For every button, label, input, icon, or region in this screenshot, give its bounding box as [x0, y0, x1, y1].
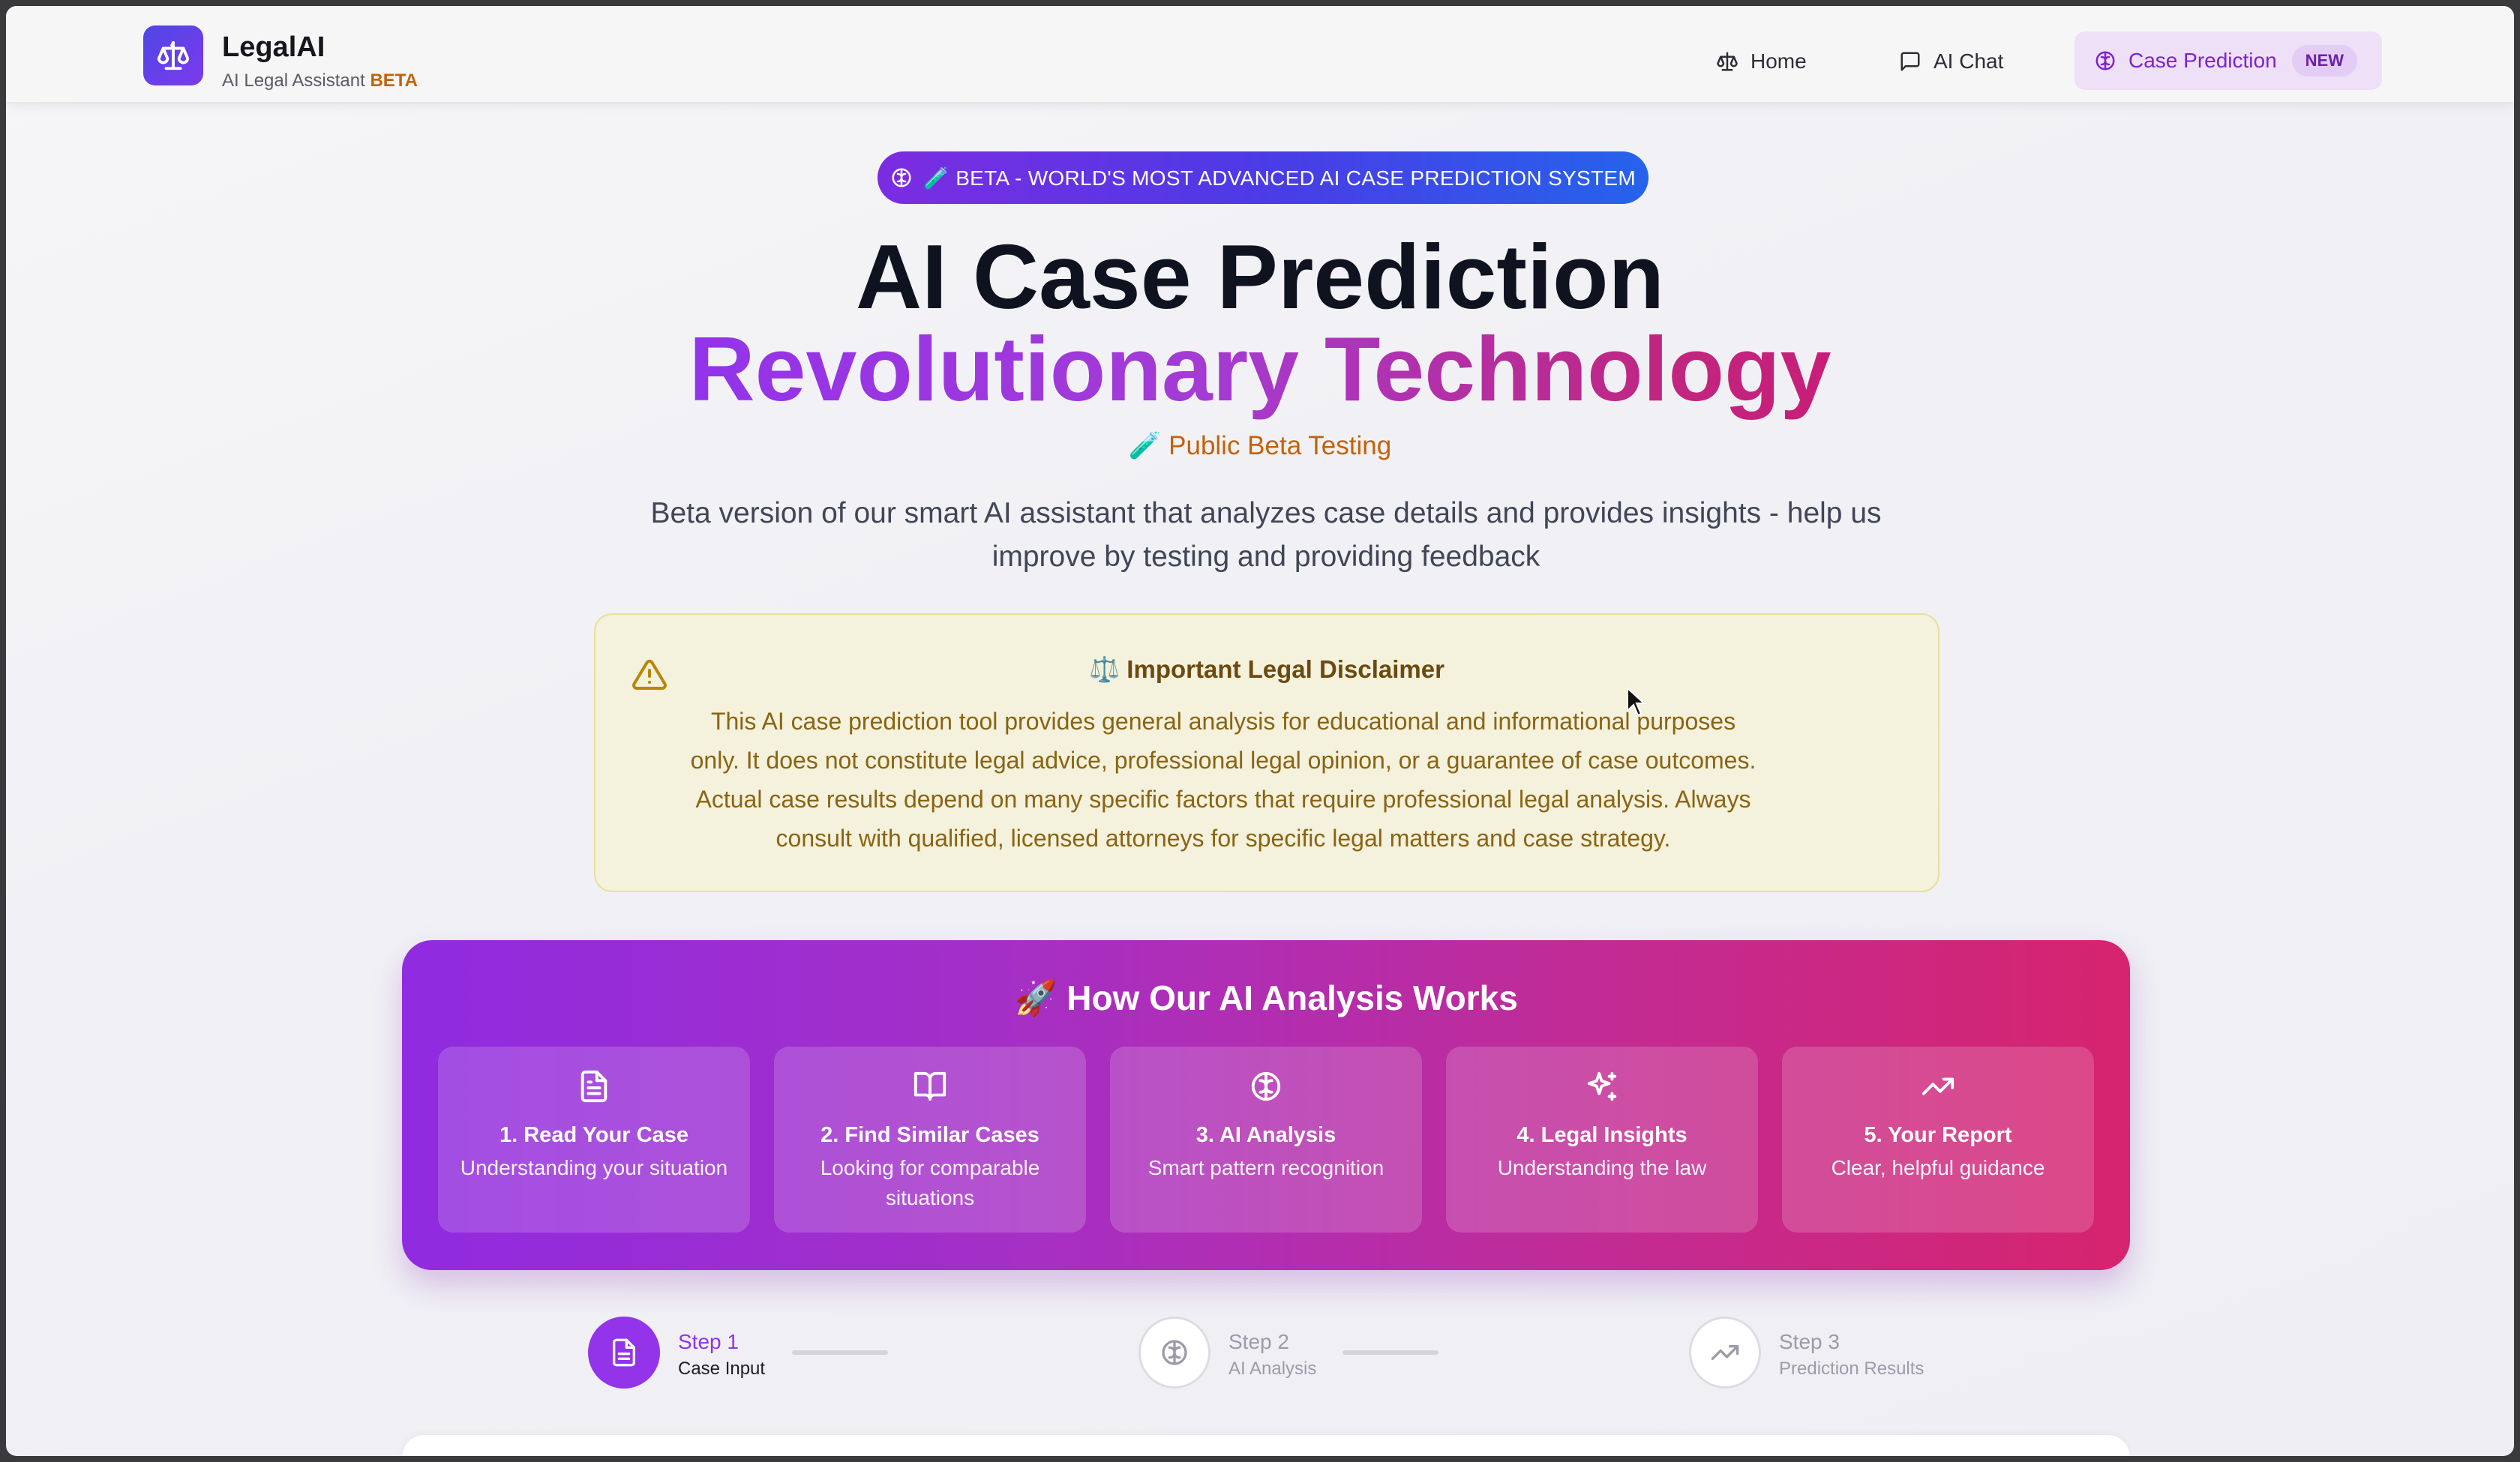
scale-icon [157, 40, 190, 70]
how-it-works-title: 🚀 How Our AI Analysis Works [1014, 978, 1518, 1017]
brand-name[interactable]: LegalAI [222, 31, 325, 64]
nav-case-prediction[interactable]: Case Prediction NEW [2074, 31, 2382, 90]
step-card-title: 5. Your Report [1864, 1123, 2012, 1147]
hero-description: Beta version of our smart AI assistant t… [650, 497, 1882, 573]
step-card-title: 1. Read Your Case [500, 1123, 688, 1147]
nav-home[interactable]: Home [1716, 33, 1807, 90]
logo[interactable] [143, 25, 203, 85]
nav-home-label: Home [1750, 49, 1807, 73]
browser-window: LegalAI AI Legal Assistant BETA Home AI … [6, 6, 2514, 1456]
hero-title: AI Case Prediction [856, 226, 1664, 328]
step-card-read-case: 1. Read Your Case Understanding your sit… [438, 1047, 750, 1233]
progress-connector [1342, 1350, 1438, 1355]
sparkles-icon [1587, 1071, 1617, 1101]
step-card-ai-analysis: 3. AI Analysis Smart pattern recognition [1110, 1047, 1422, 1233]
progress-step-circle [1689, 1317, 1761, 1389]
step-card-title: 3. AI Analysis [1196, 1123, 1336, 1147]
top-navbar: LegalAI AI Legal Assistant BETA Home AI … [6, 6, 2514, 103]
document-icon [580, 1070, 608, 1103]
progress-step-label: Step 2 [1228, 1330, 1289, 1353]
nav-prediction-label: Case Prediction [2128, 49, 2277, 72]
brand-subtitle: AI Legal Assistant BETA [222, 70, 418, 91]
new-badge: NEW [2291, 45, 2357, 76]
progress-step-label: Step 3 [1779, 1330, 1840, 1353]
step-card-title: 4. Legal Insights [1516, 1123, 1688, 1147]
scale-icon [1717, 52, 1738, 71]
progress-step-sub: Prediction Results [1779, 1359, 1924, 1379]
chat-icon [1900, 52, 1920, 71]
progress-step-circle [1138, 1317, 1210, 1389]
progress-step-label: Step 1 [678, 1330, 739, 1353]
nav-chat-label: AI Chat [1934, 49, 2004, 73]
brain-icon [2096, 51, 2115, 70]
progress-step-sub: AI Analysis [1228, 1359, 1317, 1379]
step-card-desc: Smart pattern recognition [1148, 1156, 1384, 1179]
progress-step-circle [588, 1317, 660, 1389]
step-card-title: 2. Find Similar Cases [820, 1123, 1040, 1147]
trending-up-icon [1922, 1077, 1954, 1095]
case-input-card [402, 1435, 2130, 1456]
step-card-find-cases: 2. Find Similar Cases Looking for compar… [774, 1047, 1086, 1233]
document-icon [613, 1338, 635, 1367]
step-card-legal-insights: 4. Legal Insights Understanding the law [1446, 1047, 1758, 1233]
step-card-desc: Clear, helpful guidance [1831, 1156, 2045, 1179]
hero-title-gradient-text: Revolutionary Technology [688, 318, 1832, 420]
step-card-desc: Understanding the law [1497, 1156, 1707, 1179]
step-card-desc: Looking for comparable situations [820, 1156, 1040, 1209]
brand-subtitle-text: AI Legal Assistant [222, 70, 365, 91]
brain-icon [1162, 1340, 1187, 1365]
disclaimer-body: This AI case prediction tool provides ge… [690, 708, 1756, 852]
progress-connector [792, 1350, 888, 1355]
beta-banner-text: 🧪 BETA - WORLD'S MOST ADVANCED AI CASE P… [922, 166, 1636, 190]
brain-icon [1251, 1071, 1281, 1101]
beta-label: BETA [370, 70, 418, 91]
progress-step-sub: Case Input [678, 1359, 766, 1379]
brain-icon [892, 168, 911, 187]
how-it-works-panel: 🚀 How Our AI Analysis Works 1. Read Your… [402, 940, 2130, 1270]
legal-disclaimer-box: ⚖️ Important Legal Disclaimer This AI ca… [594, 613, 1940, 892]
beta-banner-pill: 🧪 BETA - WORLD'S MOST ADVANCED AI CASE P… [878, 151, 1648, 204]
book-icon [914, 1071, 946, 1101]
trending-up-icon [1711, 1345, 1739, 1360]
step-card-desc: Understanding your situation [460, 1156, 728, 1179]
hero-title-gradient: Revolutionary Technology [6, 321, 2514, 417]
public-beta-label: 🧪 Public Beta Testing [1128, 431, 1392, 460]
disclaimer-title: ⚖️ Important Legal Disclaimer [1089, 655, 1444, 683]
mouse-cursor-icon [1627, 687, 1646, 717]
nav-ai-chat[interactable]: AI Chat [1899, 33, 2003, 90]
step-card-your-report: 5. Your Report Clear, helpful guidance [1782, 1047, 2094, 1233]
